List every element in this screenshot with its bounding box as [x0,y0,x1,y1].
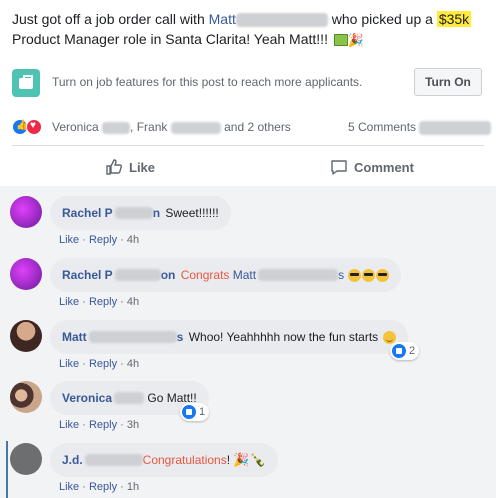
comment-bubble: Rachel P on Congrats Matt s [50,258,402,292]
reaction-count: 1 [199,406,206,418]
comment-actions: Like · Reply · 4h [59,296,140,308]
congrats-text: Congrats [180,268,230,282]
congrats-text: Congratulations [142,453,227,467]
party-emoji-icon: 🎉 [347,32,365,48]
comment-bubble: Matt s Whoo! Yeahhhhh now the fun starts [50,320,408,354]
commenter-name-tail[interactable]: s [177,330,184,344]
like-reaction-icon [392,344,406,358]
comment-time[interactable]: 4h [127,234,139,246]
commenter-name[interactable]: Rachel P [62,268,113,282]
champagne-emoji-icon: 🍾 [249,452,266,467]
focus-indicator [6,441,8,498]
reactor-others: and 2 others [224,120,291,134]
comment-reaction-badge[interactable]: 2 [390,342,420,360]
reactions-summary[interactable]: 👍 ♥ Veronica , Frank and 2 others 5 Comm… [12,116,492,138]
comment-like-link[interactable]: Like [59,481,79,493]
comment-bubble: Rachel P n Sweet!!!!!! [50,196,231,230]
redacted-name [102,121,131,134]
comment-reply-link[interactable]: Reply [89,419,117,431]
post-text-part: Just got off a job order call with [12,11,209,27]
comment-actions: Like · Reply · 4h [59,358,140,370]
post-text-part: who picked up a [327,11,437,27]
like-reaction-icon [182,405,196,419]
comment-time[interactable]: 3h [127,419,139,431]
comment-actions: Like · Reply · 4h [59,234,140,246]
comment-like-link[interactable]: Like [59,296,79,308]
post-text: Just got off a job order call with Matt … [12,9,490,50]
job-features-bar: Turn on job features for this post to re… [0,60,496,104]
salary-highlight: $35k [436,11,472,27]
avatar[interactable] [10,443,42,475]
redacted-name [258,269,339,281]
comment-label: Comment [354,159,414,175]
comment-reply-link[interactable]: Reply [89,358,117,370]
comment-bubble: J.d. Congratulations! 🎉 🍾 [50,443,278,477]
comment-like-link[interactable]: Like [59,358,79,370]
mention-tail[interactable]: s [338,268,344,282]
redacted-name [419,120,492,135]
sunglasses-emoji-icon [376,268,390,282]
love-reaction-icon: ♥ [26,119,42,135]
redacted-name [114,207,153,219]
avatar[interactable] [10,381,42,413]
reaction-count: 2 [409,345,416,357]
redacted-name [114,269,161,281]
comments-count[interactable]: 5 Comments [348,120,492,135]
redacted-name [170,121,221,134]
mention-link[interactable]: Matt [233,268,256,282]
comment-reply-link[interactable]: Reply [89,481,117,493]
redacted-name [84,454,143,466]
comment-button[interactable]: Comment [330,150,414,184]
commenter-name[interactable]: Rachel P [62,206,113,220]
comment-text: Whoo! Yeahhhhh now the fun starts [188,330,379,344]
thumbs-up-icon [106,159,122,175]
reactors-list[interactable]: Veronica , Frank and 2 others [52,120,291,134]
comment-reply-link[interactable]: Reply [89,296,117,308]
briefcase-icon [12,69,40,97]
commenter-name[interactable]: J.d. [62,453,83,467]
commenter-name-tail[interactable]: on [161,268,176,282]
comment-text: ! [226,453,231,467]
turn-on-button[interactable]: Turn On [414,68,482,96]
smile-emoji-icon [382,330,396,344]
redacted-name [114,392,145,404]
reactor-name: Veronica [52,120,99,134]
party-emoji-icon: 🎉 [233,452,250,467]
comment-time[interactable]: 4h [127,358,139,370]
post-text-part: Product Manager role in Santa Clarita! Y… [12,31,332,47]
like-button[interactable]: Like [105,150,155,184]
avatar[interactable] [10,258,42,290]
job-features-prompt: Turn on job features for this post to re… [52,75,363,89]
comment-time[interactable]: 4h [127,296,139,308]
reactor-name: Frank [136,120,168,134]
comment-text: Sweet!!!!!! [165,206,219,220]
comment-like-link[interactable]: Like [59,419,79,431]
comment-time[interactable]: 1h [127,481,139,493]
comment-reply-link[interactable]: Reply [89,234,117,246]
comment-like-link[interactable]: Like [59,234,79,246]
mention-link[interactable]: Matt [209,11,236,27]
like-label: Like [129,159,156,175]
redacted-name [88,331,177,343]
comments-count-label: 5 Comments [348,120,417,134]
sunglasses-emoji-icon [348,268,362,282]
comment-actions: Like · Reply · 1h [59,481,140,493]
comments-list: Rachel Pn Sweet!!!!!! Like · Reply · 4h … [0,186,496,498]
action-bar: Like Comment [0,150,496,184]
comment-reaction-badge[interactable]: 1 [180,403,210,421]
avatar[interactable] [10,320,42,352]
sunglasses-emoji-icon [362,268,376,282]
commenter-name[interactable]: Matt [62,330,87,344]
comment-icon [331,160,347,175]
avatar[interactable] [10,196,42,228]
comment-actions: Like · Reply · 3h [59,419,140,431]
commenter-name-tail[interactable]: n [153,206,160,220]
commenter-name[interactable]: Veronica [62,391,112,405]
redacted-name [235,13,328,28]
divider [12,145,484,146]
money-emoji-icon [333,34,348,47]
